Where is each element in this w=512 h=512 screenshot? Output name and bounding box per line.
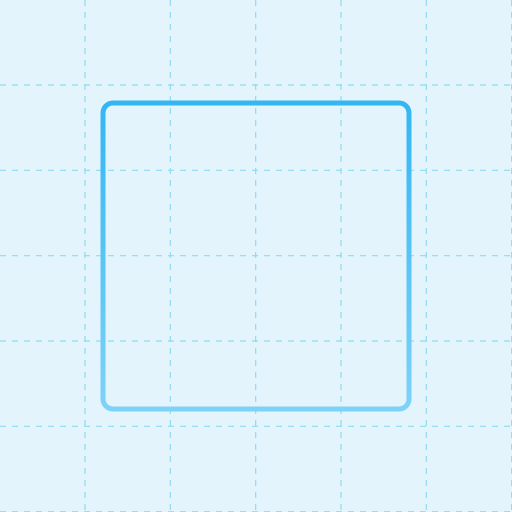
- artwork: [0, 0, 512, 512]
- canvas: [0, 0, 512, 512]
